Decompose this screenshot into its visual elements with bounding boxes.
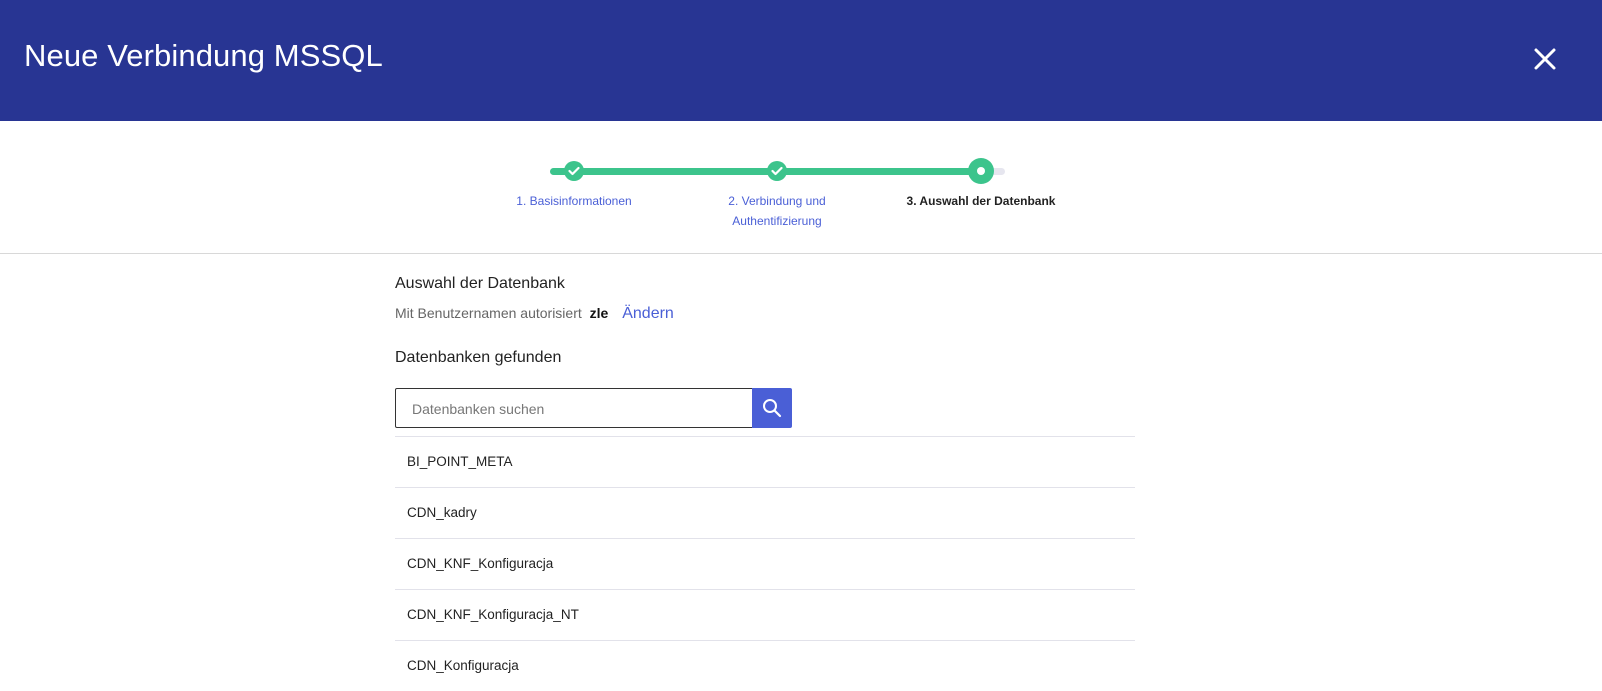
search-input[interactable] [410,390,744,428]
step-3-current-indicator [968,158,994,184]
step-1-label-text: 1. Basisinformationen [516,194,632,208]
step-2-label[interactable]: 2. Verbindung und Authentifizierung [692,191,862,231]
search-button[interactable] [752,388,792,428]
search-icon [763,399,782,418]
step-1-label[interactable]: 1. Basisinformationen [489,191,659,211]
check-icon [771,166,783,176]
auth-username: zle [589,305,609,321]
list-item[interactable]: CDN_kadry [395,487,1135,538]
list-item[interactable]: CDN_KNF_Konfiguracja [395,538,1135,589]
databases-found-title: Datenbanken gefunden [395,349,562,366]
step-3-label: 3. Auswahl der Datenbank [896,191,1066,211]
dialog-header: Neue Verbindung MSSQL [0,0,1602,121]
search-box [395,388,753,428]
step-2-label-line1: 2. Verbindung und [728,194,826,208]
dialog-title: Neue Verbindung MSSQL [24,38,383,73]
step-2-label-line2: Authentifizierung [732,214,822,228]
current-step-dot [977,167,985,175]
auth-info: Mit Benutzernamen autorisiert zle Ändern [395,305,674,323]
close-button[interactable] [1530,44,1560,74]
list-item[interactable]: CDN_KNF_Konfiguracja_NT [395,589,1135,640]
wizard-stepper: 1. Basisinformationen 2. Verbindung und … [0,121,1602,254]
list-item[interactable]: CDN_Konfiguracja [395,640,1135,691]
check-icon [568,166,580,176]
change-link[interactable]: Ändern [622,305,674,322]
step-3-label-text: 3. Auswahl der Datenbank [906,194,1056,208]
stepper-progress [550,168,980,175]
step-1-done-indicator[interactable] [564,161,584,181]
section-title: Auswahl der Datenbank [395,275,565,292]
auth-text: Mit Benutzernamen autorisiert [395,305,582,321]
close-icon [1534,48,1556,70]
list-item[interactable]: BI_POINT_META [395,436,1135,487]
step-2-done-indicator[interactable] [767,161,787,181]
database-list: BI_POINT_META CDN_kadry CDN_KNF_Konfigur… [395,436,1135,691]
